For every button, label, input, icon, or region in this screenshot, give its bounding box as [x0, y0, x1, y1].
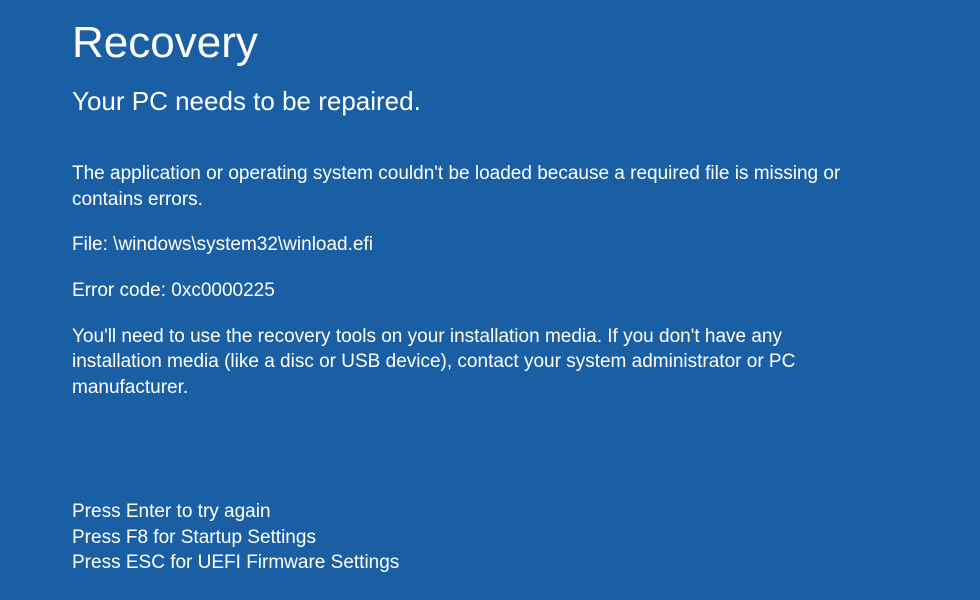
page-title: Recovery — [72, 18, 980, 68]
recovery-screen: Recovery Your PC needs to be repaired. T… — [0, 0, 980, 600]
action-f8[interactable]: Press F8 for Startup Settings — [72, 525, 399, 551]
key-actions: Press Enter to try again Press F8 for St… — [72, 499, 399, 576]
error-details: The application or operating system coul… — [72, 161, 877, 400]
recovery-instructions: You'll need to use the recovery tools on… — [72, 324, 877, 401]
action-enter[interactable]: Press Enter to try again — [72, 499, 399, 525]
error-file: File: \windows\system32\winload.efi — [72, 232, 877, 258]
action-esc[interactable]: Press ESC for UEFI Firmware Settings — [72, 550, 399, 576]
error-code: Error code: 0xc0000225 — [72, 278, 877, 304]
error-reason: The application or operating system coul… — [72, 161, 877, 212]
page-subtitle: Your PC needs to be repaired. — [72, 86, 980, 117]
